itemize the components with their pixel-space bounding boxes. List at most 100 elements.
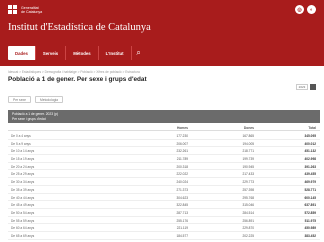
table-row: De 5 a 9 anys 206.007 194.005 400.012 [8,140,320,148]
cell-total: 528.771 [304,187,316,192]
table-row: De 50 a 54 anys 287.713 284.514 572.859 [8,209,320,217]
row-label: De 60 a 64 anys [11,226,35,231]
cell-dones: 284.514 [242,210,254,215]
table-row: De 35 a 39 anys 271.373 257.398 528.771 [8,186,320,194]
cell-total: 637.891 [304,203,316,208]
cell-total: 451.132 [304,149,316,154]
cell-homes: 304.623 [176,195,188,200]
cell-homes: 222.022 [176,172,188,177]
generalitat-logo[interactable]: Generalitat de Catalunya [8,5,42,14]
table-row: De 55 a 59 anys 255.176 256.891 511.975 [8,217,320,225]
page-title: Població a 1 de gener. Per sexe i grups … [8,76,147,83]
table-caption: Població a 1 de gener. 2023 (p) Per sexe… [8,110,320,123]
cell-homes: 255.176 [176,218,188,223]
cell-dones: 199.739 [242,157,254,162]
cell-total: 345.095 [304,134,316,138]
logo-text: Generalitat de Catalunya [21,6,42,14]
cell-dones: 229.870 [242,226,254,231]
row-label: De 20 a 24 anys [11,164,35,169]
nav-item-metodes[interactable]: Mètodes [66,46,99,60]
cell-homes: 271.373 [176,187,188,192]
column-header-total[interactable]: Total [276,126,316,130]
table-row: De 65 a 69 anys 184.577 202.225 383.452 [8,232,320,240]
cell-homes: 232.261 [176,149,188,154]
cell-dones: 229.773 [242,180,254,185]
cell-homes: 240.024 [176,180,188,185]
cell-total: 439.455 [304,172,316,177]
table-column-headers: Homes Dones Total [8,124,320,131]
methodology-button[interactable]: Metodologia [35,96,63,103]
table-caption-line-2: Per sexe i grups d'edat [12,116,46,121]
table-row: De 45 a 49 anys 322.845 315.046 637.891 [8,201,320,209]
download-icon[interactable] [310,84,316,90]
row-label: De 10 a 14 anys [11,149,35,154]
cell-total: 511.975 [304,218,316,223]
logo-mark-icon [8,5,18,14]
cell-dones: 218.771 [242,149,254,154]
cell-dones: 202.225 [242,233,254,238]
cell-homes: 211.789 [176,157,188,162]
search-icon[interactable]: ⌕ [132,46,146,60]
site-header: Generalitat de Catalunya ◎ ◐ Institut d'… [0,0,324,66]
row-label: De 30 a 34 anys [11,180,35,185]
cell-total: 572.859 [304,210,316,215]
cell-homes: 287.713 [176,210,188,215]
row-label: De 40 a 44 anys [11,195,35,200]
table-tools: 2023 [296,84,316,90]
cell-homes: 206.007 [176,141,188,146]
row-label: De 25 a 29 anys [11,172,35,177]
table-caption-line-1: Població a 1 de gener. 2023 (p) [12,112,59,116]
row-label: De 35 a 39 anys [11,187,35,192]
table-row: De 0 a 4 anys 177.230 167.865 345.095 [8,132,320,140]
row-label: De 15 a 19 anys [11,157,35,162]
table-row: De 60 a 64 anys 221.119 229.870 450.989 [8,224,320,232]
cell-homes: 184.577 [176,233,188,238]
sex-filter-button[interactable]: Per sexe [8,96,32,103]
globe-icon[interactable]: ◎ [295,5,304,14]
row-label: De 45 a 49 anys [11,203,35,208]
cell-homes: 177.230 [176,134,188,138]
table-body: De 0 a 4 anys 177.230 167.865 345.095 De 5 a… [8,132,320,242]
row-label: De 65 a 69 anys [11,233,35,238]
cell-total: 400.012 [304,141,316,146]
row-label: De 5 a 9 anys [11,141,31,146]
cell-total: 391.263 [304,164,316,169]
cell-dones: 257.398 [242,187,254,192]
accessibility-icon[interactable]: ◐ [307,5,316,14]
table-row: De 20 a 24 anys 200.318 190.945 391.263 [8,163,320,171]
cell-total: 383.452 [304,233,316,238]
cell-homes: 200.318 [176,164,188,169]
cell-homes: 322.845 [176,203,188,208]
logo-line-2: de Catalunya [21,9,43,14]
cell-dones: 295.768 [242,195,254,200]
cell-total: 600.145 [304,195,316,200]
nav-item-dades[interactable]: Dades [8,46,36,60]
main-nav: Dades Serveis Mètodes L'Institut ⌕ [8,46,146,60]
cell-dones: 194.005 [242,141,254,146]
table-row: De 25 a 29 anys 222.022 217.433 439.455 [8,170,320,179]
cell-dones: 315.046 [242,203,254,208]
row-label: De 55 a 59 anys [11,218,35,223]
cell-homes: 221.119 [176,226,188,231]
table-row: De 40 a 44 anys 304.623 295.768 600.145 [8,194,320,202]
cell-dones: 167.865 [242,134,254,138]
table-row: De 10 a 14 anys 232.261 218.771 451.132 [8,147,320,156]
header-icons: ◎ ◐ [295,5,316,14]
table-options: Per sexe Metodologia [8,96,63,103]
table-row: De 30 a 34 anys 240.024 229.773 469.979 [8,178,320,186]
cell-dones: 217.433 [242,172,254,177]
row-label: De 0 a 4 anys [11,134,31,138]
site-title[interactable]: Institut d'Estadística de Catalunya [8,22,151,33]
cell-total: 402.998 [304,157,316,162]
column-header-dones[interactable]: Dones [214,126,254,130]
year-select[interactable]: 2023 [296,84,308,90]
row-label: De 50 a 54 anys [11,210,35,215]
cell-total: 450.989 [304,226,316,231]
column-header-homes[interactable]: Homes [148,126,188,130]
nav-item-institut[interactable]: L'Institut [99,46,132,60]
cell-dones: 256.891 [242,218,254,223]
breadcrumb[interactable]: Idescat > Estadístiques > Demografia i h… [8,70,140,74]
table-row: De 15 a 19 anys 211.789 199.739 402.998 [8,155,320,163]
nav-item-serveis[interactable]: Serveis [36,46,67,60]
cell-total: 469.979 [304,180,316,185]
